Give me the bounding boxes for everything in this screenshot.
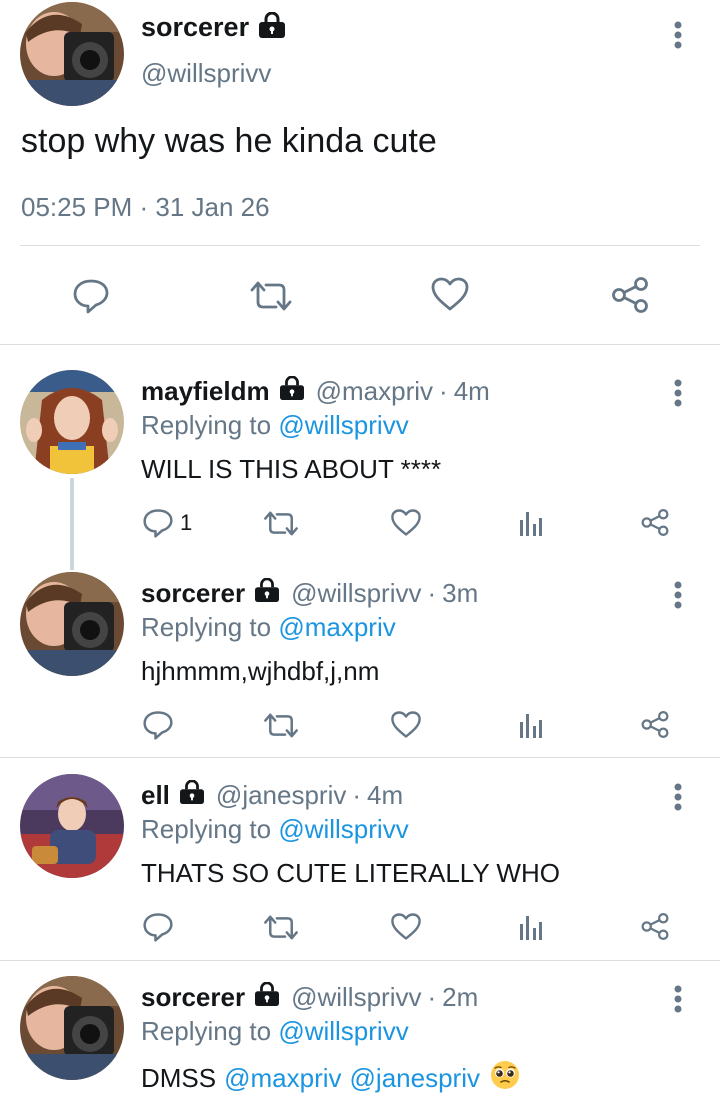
lock-icon (178, 779, 206, 811)
replying-to: Replying to @willsprivv (141, 410, 409, 441)
avatar[interactable] (20, 572, 124, 676)
pleading-face-emoji (490, 1060, 520, 1097)
avatar[interactable] (20, 370, 124, 474)
share-icon[interactable] (640, 508, 670, 537)
reply-time[interactable]: 4m (454, 376, 490, 407)
like-icon[interactable] (390, 912, 422, 941)
replying-to-link[interactable]: @willsprivv (278, 410, 408, 440)
lock-icon (253, 981, 281, 1013)
tweet-actions (0, 270, 720, 320)
reply-button[interactable]: 1 (142, 508, 192, 538)
reply-header: sorcerer @willsprivv · 2m (141, 981, 478, 1013)
replying-to: Replying to @willsprivv (141, 1016, 409, 1047)
lock-icon (278, 375, 306, 407)
more-icon[interactable] (668, 20, 688, 55)
replying-to-link[interactable]: @willsprivv (278, 1016, 408, 1046)
retweet-icon[interactable] (248, 280, 294, 312)
tweet-timestamp[interactable]: 05:25 PM · 31 Jan 26 (21, 192, 270, 223)
lock-icon (257, 11, 287, 43)
replying-to-label: Replying to (141, 1016, 272, 1046)
author-name[interactable]: mayfieldm (141, 376, 270, 407)
retweet-icon[interactable] (262, 914, 300, 941)
replying-to-label: Replying to (141, 814, 272, 844)
separator-dot: · (352, 780, 362, 810)
reply-actions (0, 710, 720, 750)
divider (0, 757, 720, 758)
author-handle[interactable]: @willsprivv (141, 58, 271, 89)
reply-time[interactable]: 3m (442, 578, 478, 609)
reply-text-plain: DMSS (141, 1063, 217, 1093)
mention-link[interactable]: @janespriv (350, 1063, 480, 1094)
reply-icon (142, 508, 174, 538)
author-name[interactable]: sorcerer (141, 982, 245, 1013)
author-handle[interactable]: @willsprivv (291, 578, 421, 609)
more-icon[interactable] (668, 378, 688, 413)
reply-text: THATS SO CUTE LITERALLY WHO (141, 858, 560, 888)
main-tweet: sorcerer @willsprivv stop why was he kin… (0, 0, 720, 344)
divider (0, 960, 720, 961)
reply-text: hjhmmm,wjhdbf,j,nm (141, 656, 380, 686)
author-name[interactable]: sorcerer (141, 12, 249, 43)
avatar[interactable] (20, 2, 124, 106)
reply-icon[interactable] (72, 278, 110, 314)
reply-text: DMSS @maxpriv @janespriv (141, 1060, 520, 1097)
reply-header: sorcerer @willsprivv · 3m (141, 577, 478, 609)
author-handle[interactable]: @janespriv (216, 780, 346, 811)
divider (20, 245, 700, 246)
author-handle[interactable]: @maxpriv (316, 376, 433, 407)
analytics-icon[interactable] (518, 510, 544, 536)
retweet-icon[interactable] (262, 510, 300, 537)
more-icon[interactable] (668, 782, 688, 817)
more-icon[interactable] (668, 984, 688, 1019)
separator-dot: · (427, 982, 437, 1012)
replying-to-link[interactable]: @maxpriv (278, 612, 395, 642)
replying-to-label: Replying to (141, 410, 272, 440)
reply-actions: 1 (0, 508, 720, 548)
reply-time[interactable]: 4m (367, 780, 403, 811)
replying-to: Replying to @maxpriv (141, 612, 396, 643)
tweet-text: stop why was he kinda cute (21, 122, 437, 160)
divider (0, 344, 720, 345)
author-name[interactable]: ell (141, 780, 170, 811)
author-name[interactable]: sorcerer (141, 578, 245, 609)
reply-tweet: mayfieldm @maxpriv · 4m Replying to @wil… (0, 370, 720, 550)
reply-tweet: sorcerer @willsprivv · 3m Replying to @m… (0, 572, 720, 752)
author-handle[interactable]: @willsprivv (291, 982, 421, 1013)
reply-tweet: sorcerer @willsprivv · 2m Replying to @w… (0, 976, 720, 1111)
reply-icon[interactable] (142, 912, 174, 942)
reply-header: mayfieldm @maxpriv · 4m (141, 375, 490, 407)
more-icon[interactable] (668, 580, 688, 615)
share-icon[interactable] (610, 276, 650, 314)
share-icon[interactable] (640, 710, 670, 739)
separator-dot: · (439, 376, 448, 406)
reply-header: ell @janespriv · 4m (141, 779, 403, 811)
like-icon[interactable] (390, 710, 422, 739)
reply-time[interactable]: 2m (442, 982, 478, 1013)
share-icon[interactable] (640, 912, 670, 941)
like-icon[interactable] (430, 276, 470, 312)
replying-to: Replying to @willsprivv (141, 814, 409, 845)
replying-to-label: Replying to (141, 612, 272, 642)
avatar[interactable] (20, 976, 124, 1080)
replying-to-link[interactable]: @willsprivv (278, 814, 408, 844)
reply-count: 1 (180, 510, 193, 535)
like-icon[interactable] (390, 508, 422, 537)
reply-text: WILL IS THIS ABOUT **** (141, 454, 442, 484)
reply-actions (0, 912, 720, 952)
lock-icon (253, 577, 281, 609)
mention-link[interactable]: @maxpriv (224, 1063, 341, 1094)
analytics-icon[interactable] (518, 914, 544, 940)
avatar[interactable] (20, 774, 124, 878)
reply-tweet: ell @janespriv · 4m Replying to @willspr… (0, 774, 720, 954)
reply-icon[interactable] (142, 710, 174, 740)
separator-dot: · (427, 578, 437, 608)
retweet-icon[interactable] (262, 712, 300, 739)
analytics-icon[interactable] (518, 712, 544, 738)
author-row: sorcerer (141, 11, 287, 43)
